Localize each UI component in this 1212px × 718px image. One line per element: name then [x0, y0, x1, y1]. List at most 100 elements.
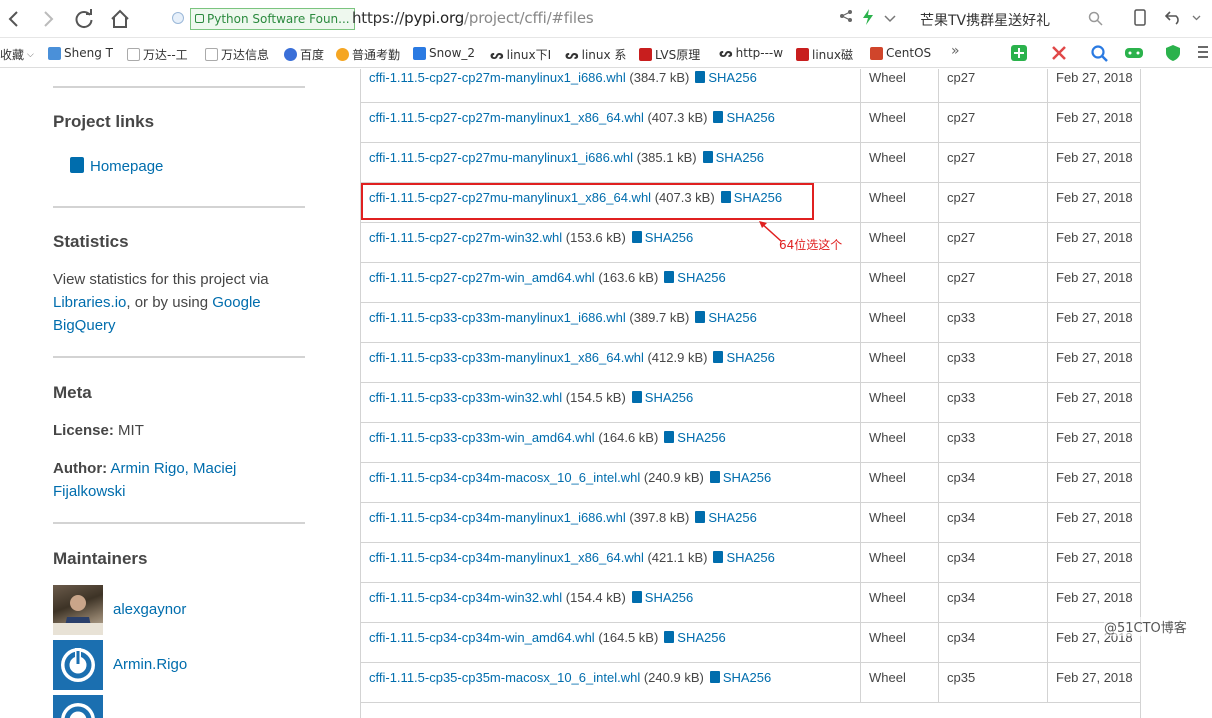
libraries-io-link[interactable]: Libraries.io	[53, 294, 126, 311]
bookmark-item[interactable]: LVS原理	[639, 46, 700, 63]
author-link[interactable]: Armin Rigo, Maciej	[111, 460, 237, 477]
maintainer-armin-rigo-link[interactable]: Armin.Rigo	[113, 656, 187, 673]
file-download-link[interactable]: cffi-1.11.5-cp35-cp35m-macosx_10_6_intel…	[369, 670, 640, 685]
cell-divider	[860, 663, 861, 703]
sha256-link[interactable]: SHA256	[713, 110, 775, 125]
bookmark-item[interactable]: Snow_2	[413, 46, 475, 60]
license-line: License: MIT	[53, 419, 293, 442]
bookmark-item[interactable]: ᔕ linux 系	[565, 46, 626, 63]
bookmark-folder-favorites[interactable]: 收藏 ⌵	[0, 46, 34, 63]
sha256-link[interactable]: SHA256	[713, 350, 775, 365]
file-download-link[interactable]: cffi-1.11.5-cp27-cp27m-manylinux1_x86_64…	[369, 110, 644, 125]
sha256-link[interactable]: SHA256	[695, 510, 757, 525]
address-bar[interactable]: Python Software Foun... https://pypi.org…	[168, 6, 908, 32]
cell-divider	[860, 263, 861, 303]
file-download-link[interactable]: cffi-1.11.5-cp33-cp33m-manylinux1_x86_64…	[369, 350, 644, 365]
file-download-link[interactable]: cffi-1.11.5-cp34-cp34m-macosx_10_6_intel…	[369, 470, 640, 485]
sha256-link[interactable]: SHA256	[664, 430, 726, 445]
bookmark-item[interactable]: Sheng T	[48, 46, 113, 60]
bookmark-item[interactable]: ᔕ http---w	[719, 46, 783, 60]
file-download-link[interactable]: cffi-1.11.5-cp33-cp33m-manylinux1_i686.w…	[369, 310, 626, 325]
file-download-link[interactable]: cffi-1.11.5-cp27-cp27m-manylinux1_i686.w…	[369, 70, 626, 85]
home-icon[interactable]	[108, 7, 132, 31]
bookmark-item[interactable]: 万达信息	[205, 46, 269, 63]
undo-dropdown-icon[interactable]	[1186, 9, 1206, 29]
python-version: cp27	[947, 270, 976, 285]
file-download-link[interactable]: cffi-1.11.5-cp27-cp27mu-manylinux1_i686.…	[369, 150, 633, 165]
forward-icon[interactable]	[36, 7, 60, 31]
upload-date: Feb 27, 2018	[1056, 670, 1133, 685]
address-dropdown-icon[interactable]	[880, 9, 900, 29]
file-cell: cffi-1.11.5-cp33-cp33m-win_amd64.whl (16…	[369, 430, 726, 445]
bookmark-item[interactable]: 普通考勤	[336, 46, 400, 63]
back-icon[interactable]	[2, 7, 26, 31]
python-version: cp27	[947, 150, 976, 165]
site-info-icon[interactable]	[172, 12, 184, 24]
cell-divider	[938, 69, 939, 103]
file-download-link[interactable]: cffi-1.11.5-cp27-cp27m-win32.whl	[369, 230, 562, 245]
sha256-link[interactable]: SHA256	[695, 310, 757, 325]
sha256-link[interactable]: SHA256	[631, 390, 693, 405]
sha256-link[interactable]: SHA256	[709, 670, 771, 685]
bookmark-item[interactable]: 万达--工	[127, 46, 188, 63]
file-cell: cffi-1.11.5-cp27-cp27m-manylinux1_x86_64…	[369, 110, 775, 125]
csdn-icon	[639, 48, 652, 61]
lightning-icon[interactable]	[858, 9, 878, 29]
maintainer-alexgaynor-link[interactable]: alexgaynor	[113, 601, 186, 618]
reload-icon[interactable]	[72, 7, 96, 31]
files-table: cffi-1.11.5-cp27-cp27m-manylinux1_i686.w…	[360, 69, 1141, 718]
avatar-armin-rigo[interactable]	[53, 640, 103, 690]
bookmarks-overflow-button[interactable]: »	[951, 43, 960, 59]
bigquery-link[interactable]: BigQuery	[53, 317, 116, 334]
url-text[interactable]: https://pypi.org/project/cffi/#files	[352, 9, 594, 27]
sha256-link[interactable]: SHA256	[702, 150, 764, 165]
bookmark-label: 百度	[300, 48, 325, 62]
share-icon[interactable]	[836, 9, 856, 29]
file-download-link[interactable]: cffi-1.11.5-cp34-cp34m-manylinux1_i686.w…	[369, 510, 626, 525]
file-download-link[interactable]: cffi-1.11.5-cp27-cp27m-win_amd64.whl	[369, 270, 595, 285]
file-download-link[interactable]: cffi-1.11.5-cp34-cp34m-win_amd64.whl	[369, 630, 595, 645]
search-icon[interactable]	[1088, 11, 1103, 31]
cell-divider	[1047, 263, 1048, 303]
file-download-link[interactable]: cffi-1.11.5-cp33-cp33m-win32.whl	[369, 390, 562, 405]
mobile-icon[interactable]	[1130, 9, 1150, 29]
menu-icon[interactable]	[1196, 43, 1210, 61]
bookmark-label: »	[951, 43, 960, 59]
bookmark-item[interactable]: linux磁	[796, 46, 853, 63]
sha256-link[interactable]: SHA256	[631, 590, 693, 605]
avatar-alexgaynor[interactable]	[53, 585, 103, 635]
bookmark-item[interactable]: 百度	[284, 46, 324, 63]
site-identity-badge[interactable]: Python Software Foun...	[190, 8, 355, 30]
avatar-maintainer[interactable]	[53, 695, 103, 718]
sha256-link[interactable]: SHA256	[713, 550, 775, 565]
upload-date: Feb 27, 2018	[1056, 230, 1133, 245]
file-type: Wheel	[869, 590, 906, 605]
sha256-link[interactable]: SHA256	[709, 470, 771, 485]
scissors-icon[interactable]	[1050, 44, 1068, 62]
author-line: Author: Armin Rigo, Maciej Fijalkowski	[53, 457, 293, 503]
sha256-label: SHA256	[708, 310, 757, 325]
file-type: Wheel	[869, 190, 906, 205]
magnifier-icon[interactable]	[1090, 44, 1108, 62]
sha256-label: SHA256	[677, 630, 726, 645]
sha256-link[interactable]: SHA256	[664, 270, 726, 285]
sha256-link[interactable]: SHA256	[631, 230, 693, 245]
homepage-link[interactable]: Homepage	[70, 157, 163, 175]
shield-icon[interactable]	[1164, 44, 1182, 62]
sha256-link[interactable]: SHA256	[695, 70, 757, 85]
google-link[interactable]: Google	[212, 294, 260, 311]
file-download-link[interactable]: cffi-1.11.5-cp33-cp33m-win_amd64.whl	[369, 430, 595, 445]
divider	[53, 356, 305, 358]
statistics-text: View statistics for this project via Lib…	[53, 268, 293, 337]
gamepad-icon[interactable]	[1124, 44, 1144, 62]
file-row: cffi-1.11.5-cp27-cp27m-manylinux1_x86_64…	[361, 103, 1140, 143]
file-download-link[interactable]: cffi-1.11.5-cp34-cp34m-win32.whl	[369, 590, 562, 605]
sha256-link[interactable]: SHA256	[664, 630, 726, 645]
bookmark-item[interactable]: CentOS	[870, 46, 931, 60]
file-download-link[interactable]: cffi-1.11.5-cp34-cp34m-manylinux1_x86_64…	[369, 550, 644, 565]
bookmark-item[interactable]: ᔕ linux下I	[490, 46, 551, 63]
search-box[interactable]: 芒果TV携群星送好礼	[908, 6, 1108, 32]
undo-icon[interactable]	[1164, 9, 1184, 29]
author-link[interactable]: Fijalkowski	[53, 483, 126, 500]
extension-add-icon[interactable]	[1010, 44, 1028, 62]
